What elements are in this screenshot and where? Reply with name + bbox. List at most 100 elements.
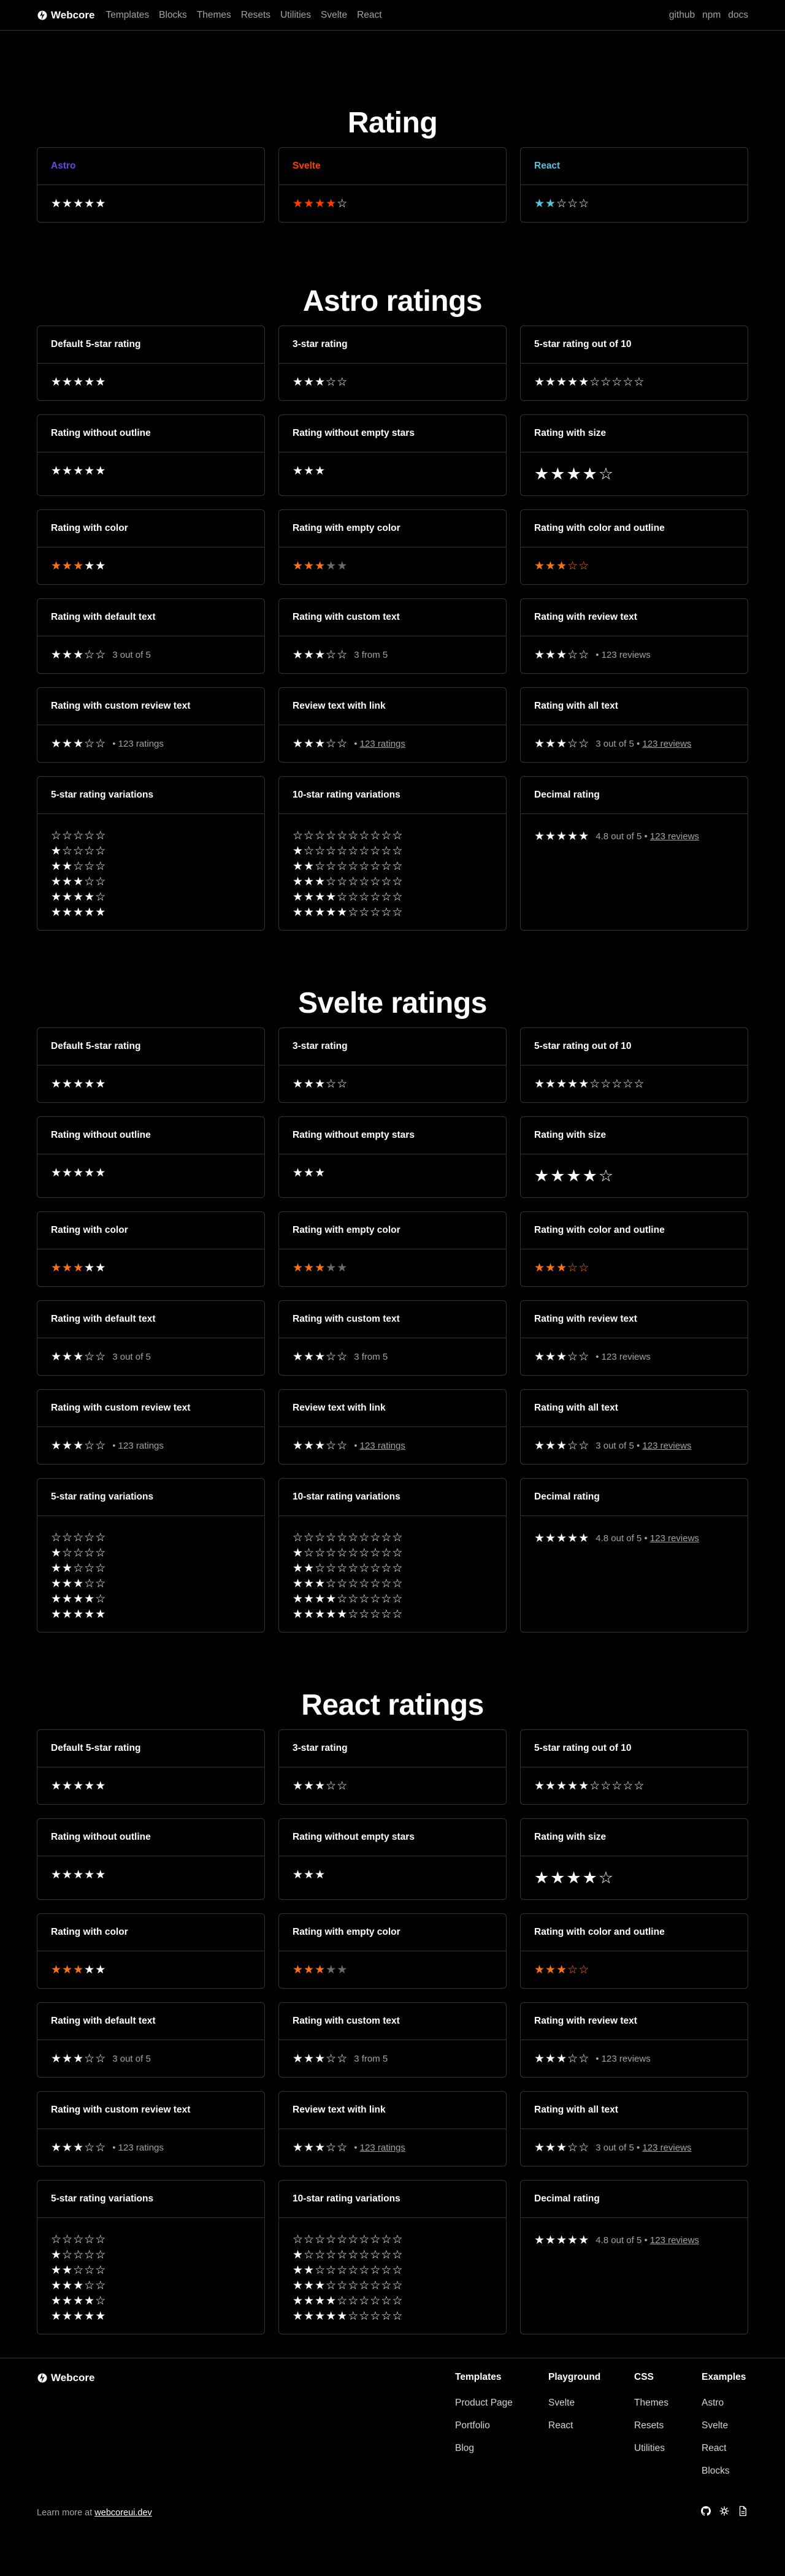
rating-line: ★ ★ ★ ☆ ☆ • 123 ratings	[293, 1438, 492, 1454]
star-filled-icon: ★	[534, 647, 546, 661]
star-empty-icon: ☆	[370, 2263, 381, 2277]
docs-icon[interactable]	[737, 2506, 748, 2517]
rating-variation-row: ★ ★ ☆ ☆ ☆ ☆ ☆ ☆ ☆ ☆	[293, 859, 492, 874]
framework-rating-grid: Astro ★ ★ ★ ★ ★ Svelte ★ ★ ★ ★ ☆ React ★ ★ ☆ ☆ ☆	[37, 147, 748, 223]
rating-card-react: React ★ ★ ☆ ☆ ☆	[520, 147, 748, 223]
star-rating: ★ ★ ☆ ☆ ☆ ☆ ☆ ☆ ☆ ☆	[293, 861, 403, 872]
star-rating: ★ ★ ★ ★ ★	[534, 1531, 589, 1545]
footer-brand-link[interactable]: Webcore	[37, 2372, 95, 2384]
nav-link-themes[interactable]: Themes	[197, 10, 231, 21]
star-filled-icon: ★	[293, 196, 304, 210]
star-empty-icon: ☆	[62, 829, 74, 842]
star-empty-icon: ★	[326, 1962, 337, 1976]
card-title: Rating with default text	[37, 1301, 264, 1338]
star-empty-icon: ☆	[392, 1546, 404, 1560]
footer-link[interactable]: Blog	[455, 2442, 548, 2464]
star-empty-icon: ☆	[337, 736, 348, 750]
rating-card: 5-star rating out of 10 ★ ★ ★ ★ ★ ☆ ☆ ☆ ☆ ☆	[520, 1027, 748, 1103]
star-filled-icon: ★	[95, 1867, 107, 1881]
rating-card: Review text with link ★ ★ ★ ☆ ☆ • 123 ratings	[278, 687, 507, 763]
nav-link-resets[interactable]: Resets	[241, 10, 270, 21]
nav-link-svelte[interactable]: Svelte	[321, 10, 347, 21]
rating-card: Rating with review text ★ ★ ★ ☆ ☆ • 123 review…	[520, 2002, 748, 2078]
review-link[interactable]: 123 reviews	[642, 1441, 691, 1451]
star-rating: ★ ★ ★ ☆ ☆	[51, 876, 106, 888]
card-body: ★ ★ ★ ★ ★ 4.8 out of 5 • 123 reviews	[521, 1516, 748, 1546]
card-title: Rating with size	[521, 415, 748, 452]
nav-link-docs[interactable]: docs	[728, 10, 748, 21]
rating-card: Rating without outline ★ ★ ★ ★ ★	[37, 1116, 265, 1198]
star-filled-icon: ★	[534, 1531, 546, 1545]
footer-link[interactable]: Blocks	[702, 2464, 746, 2487]
rating-text: 4.8 out of 5 • 123 reviews	[595, 831, 699, 842]
rating-line: ★ ★ ☆ ☆ ☆	[534, 196, 734, 211]
review-link[interactable]: 123 reviews	[650, 831, 699, 842]
footer-link[interactable]: React	[702, 2442, 746, 2464]
footer-link[interactable]: Themes	[634, 2396, 702, 2419]
star-filled-icon: ★	[51, 1867, 63, 1881]
nav-link-blocks[interactable]: Blocks	[159, 10, 187, 21]
nav-link-github[interactable]: github	[669, 10, 695, 21]
footer-link[interactable]: React	[548, 2419, 634, 2442]
nav-link-utilities[interactable]: Utilities	[280, 10, 311, 21]
star-filled-icon: ★	[293, 1165, 304, 1179]
npm-icon[interactable]	[719, 2506, 730, 2517]
rating-card: Rating with default text ★ ★ ★ ☆ ☆ 3 out of 5	[37, 1300, 265, 1376]
footer-link[interactable]: Resets	[634, 2419, 702, 2442]
star-empty-icon: ☆	[392, 2279, 404, 2292]
footer-link[interactable]: Product Page	[455, 2396, 548, 2419]
star-empty-icon: ★	[95, 558, 107, 573]
footer-link[interactable]: Utilities	[634, 2442, 702, 2464]
card-title: Review text with link	[279, 2092, 506, 2129]
star-filled-icon: ★	[534, 2140, 546, 2154]
star-filled-icon: ★	[293, 2051, 304, 2065]
star-empty-icon: ☆	[95, 844, 107, 858]
star-filled-icon: ★	[304, 375, 315, 389]
nav-link-npm[interactable]: npm	[702, 10, 721, 21]
review-link[interactable]: 123 ratings	[360, 739, 405, 749]
review-link[interactable]: 123 reviews	[650, 2235, 699, 2246]
review-link[interactable]: 123 ratings	[360, 2143, 405, 2153]
rating-line: ★ ★ ★ ★ ★	[51, 1165, 251, 1181]
star-filled-icon: ★	[73, 1165, 85, 1179]
rating-card: Rating with color ★ ★ ★ ★ ★	[37, 1913, 265, 1989]
footer-note-link[interactable]: webcoreui.dev	[94, 2508, 152, 2518]
star-filled-icon: ★	[556, 1438, 568, 1452]
star-empty-icon: ☆	[95, 2263, 107, 2277]
rating-card: Rating with color and outline ★ ★ ★ ☆ ☆	[520, 509, 748, 585]
footer-link[interactable]: Svelte	[702, 2419, 746, 2442]
card-body: ★ ★ ★ ★ ★	[37, 1951, 264, 1988]
star-rating: ☆ ☆ ☆ ☆ ☆	[51, 2234, 106, 2246]
star-filled-icon: ★	[62, 1165, 74, 1179]
rating-card: 5-star rating out of 10 ★ ★ ★ ★ ★ ☆ ☆ ☆ ☆ ☆	[520, 326, 748, 401]
nav-link-react[interactable]: React	[357, 10, 382, 21]
star-empty-icon: ☆	[51, 829, 63, 842]
rating-text: • 123 ratings	[112, 1440, 164, 1451]
nav-link-templates[interactable]: Templates	[106, 10, 150, 21]
star-empty-icon: ☆	[359, 1592, 370, 1606]
review-link[interactable]: 123 ratings	[360, 1441, 405, 1451]
star-filled-icon: ★	[62, 647, 74, 661]
footer-link[interactable]: Astro	[702, 2396, 746, 2419]
review-link[interactable]: 123 reviews	[642, 2143, 691, 2153]
star-empty-icon: ☆	[326, 1561, 337, 1575]
brand-logo-link[interactable]: Webcore	[37, 9, 95, 21]
rating-variation-row: ★ ★ ★ ☆ ☆	[51, 2278, 251, 2293]
review-link[interactable]: 123 reviews	[650, 1533, 699, 1544]
footer-link[interactable]: Svelte	[548, 2396, 634, 2419]
card-title: Svelte	[279, 148, 506, 185]
star-empty-icon: ☆	[315, 1561, 326, 1575]
card-title: Decimal rating	[521, 777, 748, 814]
footer-brand-name: Webcore	[51, 2372, 95, 2384]
star-empty-icon: ☆	[84, 875, 96, 888]
star-filled-icon: ★	[304, 1577, 315, 1590]
star-filled-icon: ★	[73, 905, 85, 919]
star-filled-icon: ★	[556, 2233, 568, 2247]
footer-link[interactable]: Portfolio	[455, 2419, 548, 2442]
rating-line: ★ ★ ★ ☆ ☆ 3 out of 5	[51, 1349, 251, 1365]
card-title: React	[521, 148, 748, 185]
review-link[interactable]: 123 reviews	[642, 739, 691, 749]
github-icon[interactable]	[700, 2506, 711, 2517]
card-body: ★ ★ ★ ★ ★ 4.8 out of 5 • 123 reviews	[521, 814, 748, 844]
rating-variation-row: ★ ★ ★ ★ ☆ ☆ ☆ ☆ ☆ ☆	[293, 890, 492, 905]
